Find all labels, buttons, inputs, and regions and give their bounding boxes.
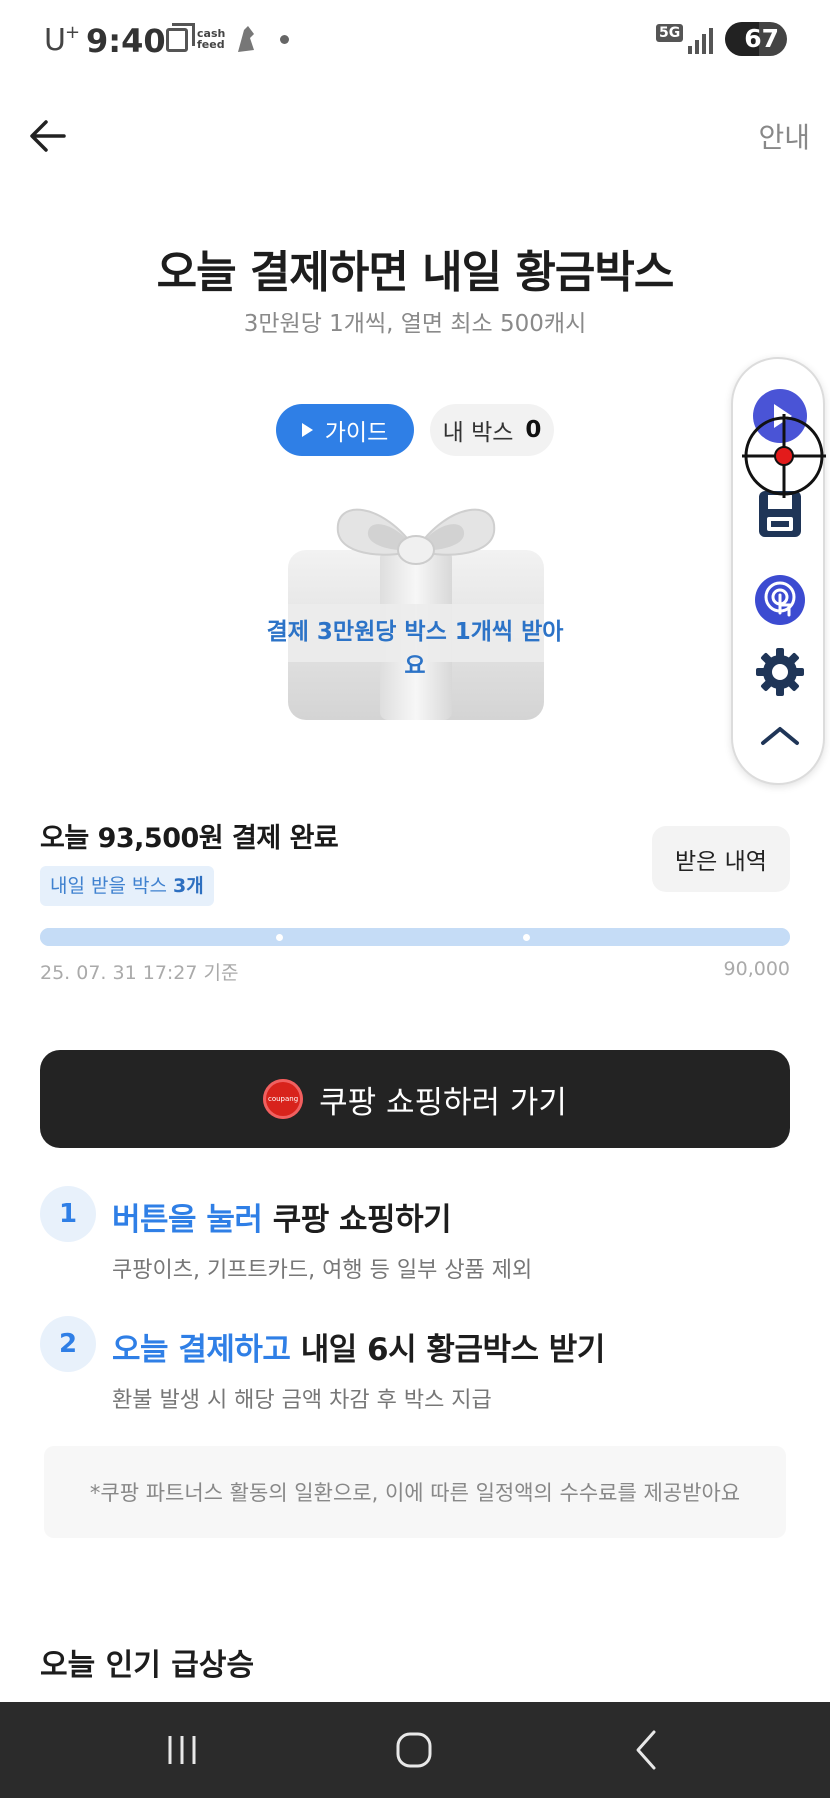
coupang-logo-icon: coupang [263, 1079, 304, 1119]
progress-fill [40, 928, 790, 946]
popular-section-title: 오늘 인기 급상승 [40, 1648, 255, 1683]
tomorrow-box-badge: 내일 받을 박스 3개 [40, 866, 214, 906]
signal-icon [688, 24, 718, 54]
guide-button-label: 가이드 [324, 420, 389, 446]
step-number: 2 [40, 1316, 96, 1372]
step-description: 환불 발생 시 해당 금액 차감 후 박스 지급 [112, 1388, 492, 1413]
tomorrow-box-count: 3개 [173, 875, 204, 897]
guide-button[interactable]: 가이드 [276, 404, 414, 456]
progress-marker [523, 934, 530, 941]
floating-toolbar [731, 357, 825, 785]
page-title: 오늘 결제하면 내일 황금박스 [156, 247, 675, 298]
home-icon [396, 1732, 432, 1768]
recent-apps-icon [168, 1736, 196, 1764]
progress-timestamp: 25. 07. 31 17:27 기준 [40, 962, 239, 984]
gift-caption: 결제 3만원당 박스 1개씩 받아요 [266, 619, 564, 679]
progress-max-label: 90,000 [723, 958, 790, 980]
network-5g-icon: 5G [656, 24, 684, 42]
battery-icon: 67 [725, 22, 787, 56]
gear-icon[interactable] [753, 645, 807, 699]
system-navigation-bar [0, 1702, 830, 1798]
my-box-label: 내 박스 [442, 420, 514, 446]
page-subtitle: 3만원당 1개씩, 열면 최소 500캐시 [243, 311, 587, 337]
back-button[interactable] [26, 116, 70, 156]
my-box-count: 0 [525, 417, 542, 443]
floppy-disk-icon[interactable] [753, 487, 807, 541]
coupang-shopping-button[interactable]: coupang 쿠팡 쇼핑하러 가기 [40, 1050, 790, 1148]
carrier-label: U+ [44, 22, 80, 58]
more-notifications-icon [280, 35, 289, 44]
cashfeed-icon: cash feed [197, 27, 226, 51]
app-notification-icon [234, 24, 258, 61]
screenshot-icon [166, 23, 195, 52]
recent-apps-button[interactable] [152, 1722, 212, 1778]
arrow-left-icon [30, 120, 66, 152]
step-number: 1 [40, 1186, 96, 1242]
gift-box-image [284, 492, 548, 724]
nav-back-button[interactable] [616, 1722, 676, 1778]
progress-bar [40, 928, 790, 946]
chevron-left-icon [636, 1730, 656, 1770]
tomorrow-box-label: 내일 받을 박스 [50, 875, 167, 897]
step-description: 쿠팡이츠, 기프트카드, 여행 등 일부 상품 제외 [112, 1258, 533, 1283]
progress-marker [276, 934, 283, 941]
status-time: 9:40 [86, 22, 166, 60]
home-button[interactable] [384, 1722, 444, 1778]
play-icon[interactable] [753, 389, 807, 443]
status-bar: U+ 9:40 cash feed 5G 67 [0, 0, 830, 80]
info-link[interactable]: 안내 [758, 116, 810, 156]
received-history-button[interactable]: 받은 내역 [652, 826, 790, 892]
step-title: 오늘 결제하고 내일 6시 황금박스 받기 [112, 1332, 605, 1368]
coupang-shopping-label: 쿠팡 쇼핑하러 가기 [319, 1084, 567, 1121]
touch-icon[interactable] [753, 573, 807, 627]
step-title: 버튼을 눌러 쿠팡 쇼핑하기 [112, 1202, 452, 1238]
my-box-counter: 내 박스 0 [430, 404, 554, 456]
partners-notice: *쿠팡 파트너스 활동의 일환으로, 이에 따른 일정액의 수수료를 제공받아요 [44, 1446, 786, 1538]
play-icon [301, 423, 313, 437]
payment-summary: 오늘 93,500원 결제 완료 [40, 823, 339, 854]
chevron-up-icon[interactable] [753, 709, 807, 763]
